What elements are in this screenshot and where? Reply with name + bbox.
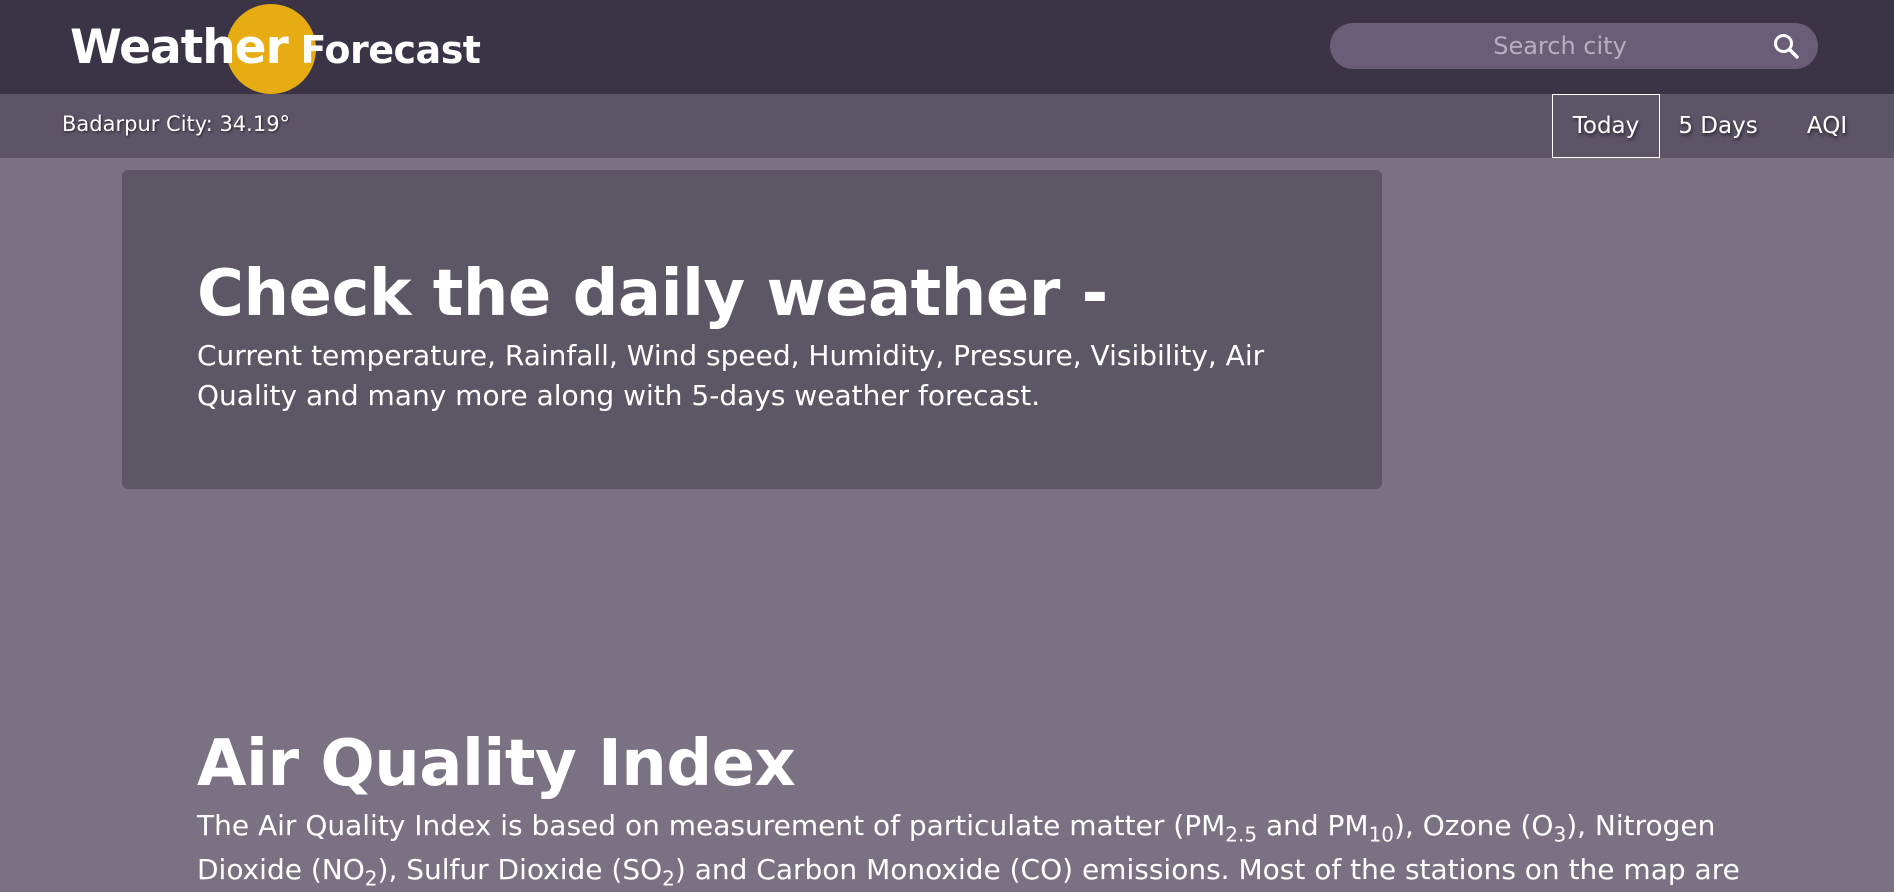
logo-word-weather: Weather bbox=[70, 20, 289, 75]
aqi-description: The Air Quality Index is based on measur… bbox=[197, 804, 1757, 892]
aqi-desc-sub: 10 bbox=[1368, 822, 1395, 847]
aqi-desc-sub: 2 bbox=[364, 866, 378, 891]
aqi-desc-text: ) and Carbon Monoxide (CO) emissions. Mo… bbox=[674, 853, 1740, 886]
aqi-section-title: Air Quality Index bbox=[197, 727, 796, 801]
aqi-desc-sub: 2.5 bbox=[1225, 822, 1258, 847]
hero-card: Check the daily weather - Current temper… bbox=[122, 170, 1382, 489]
hero-description: Current temperature, Rainfall, Wind spee… bbox=[197, 339, 1265, 412]
search-input[interactable] bbox=[1370, 23, 1750, 69]
aqi-desc-sub: 3 bbox=[1553, 822, 1567, 847]
aqi-desc-text: ), Sulfur Dioxide (SO bbox=[377, 853, 663, 886]
logo-word-forecast: Forecast bbox=[288, 28, 481, 72]
tab-aqi[interactable]: AQI bbox=[1776, 94, 1878, 158]
nav-tabs: Today 5 Days AQI bbox=[1552, 94, 1894, 158]
tab-5-days[interactable]: 5 Days bbox=[1660, 94, 1776, 158]
search-bar bbox=[1330, 23, 1818, 69]
aqi-desc-text: The Air Quality Index is based on measur… bbox=[197, 809, 1226, 842]
tab-today[interactable]: Today bbox=[1552, 94, 1660, 158]
aqi-desc-sub: 2 bbox=[662, 866, 675, 891]
logo-word-forecast-text: Forecast bbox=[300, 28, 481, 72]
logo-text: Weather Forecast bbox=[70, 20, 481, 86]
sub-navigation-bar: Badarpur City: 34.19° Today 5 Days AQI bbox=[0, 94, 1894, 158]
hero-title: Check the daily weather - bbox=[197, 257, 1108, 331]
current-city-temperature: Badarpur City: 34.19° bbox=[62, 112, 291, 136]
search-icon[interactable] bbox=[1772, 32, 1800, 60]
aqi-desc-text: and PM bbox=[1257, 809, 1369, 842]
aqi-desc-text: ), Ozone (O bbox=[1394, 809, 1554, 842]
top-header: Weather Forecast bbox=[0, 0, 1894, 94]
